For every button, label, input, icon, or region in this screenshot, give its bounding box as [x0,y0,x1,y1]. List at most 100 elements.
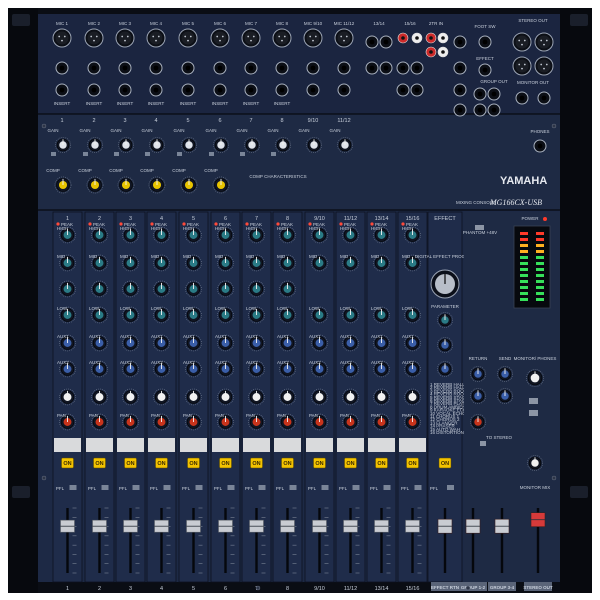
monitor-out-r[interactable] [537,91,551,105]
group-out-3[interactable] [473,103,487,117]
pfl-button-8[interactable] [289,485,297,490]
effect-send-jack[interactable] [478,63,492,77]
send-jack-2[interactable] [453,61,467,75]
scribble-strip[interactable] [274,438,301,452]
scribble-strip[interactable] [180,438,207,452]
monitor-select-switch-2[interactable] [529,410,538,416]
pfl-button-3[interactable] [132,485,140,490]
hpf-switch-1[interactable] [51,152,56,156]
hpf-switch-4[interactable] [145,152,150,156]
rca-15-left[interactable] [397,32,409,44]
return-jack-1[interactable] [453,83,467,97]
pfl-button-4[interactable] [163,485,171,490]
line-input-2[interactable] [87,61,101,75]
xlr-input-5[interactable] [178,28,198,48]
stereo-jack-15r-c[interactable] [410,83,424,97]
stereo-jack-15-b[interactable] [396,61,410,75]
xlr-input-8[interactable] [272,28,292,48]
scribble-strip[interactable] [117,438,144,452]
pfl-button-1[interactable] [69,485,77,490]
scribble-strip[interactable] [337,438,364,452]
pfl-button-5[interactable] [195,485,203,490]
xlr-input-7[interactable] [241,28,261,48]
insert-jack-4[interactable] [149,83,163,97]
line-input-5[interactable] [181,61,195,75]
monitor-select-switch-1[interactable] [529,398,538,404]
xlr-input-1[interactable] [52,28,72,48]
stereo-jack-15r-b[interactable] [410,61,424,75]
effect-program-selector[interactable] [430,269,460,299]
scribble-strip[interactable] [306,438,333,452]
insert-jack-3[interactable] [118,83,132,97]
hpf-switch-8[interactable] [271,152,276,156]
hpf-switch-5[interactable] [177,152,182,156]
insert-jack-1[interactable] [55,83,69,97]
hpf-switch-7[interactable] [240,152,245,156]
line-input-7[interactable] [244,61,258,75]
scribble-strip[interactable] [86,438,113,452]
scribble-strip[interactable] [243,438,270,452]
scribble-strip[interactable] [368,438,395,452]
pfl-button-10[interactable] [352,485,360,490]
rca-2tr-in-l[interactable] [425,32,437,44]
line-input-3[interactable] [118,61,132,75]
group-out-4[interactable] [487,103,501,117]
stereo-jack-13r[interactable] [379,35,393,49]
rca-15-right[interactable] [411,32,423,44]
line-input-left-10[interactable] [337,61,351,75]
hpf-switch-3[interactable] [114,152,119,156]
insert-jack-8[interactable] [275,83,289,97]
group-out-1[interactable] [473,87,487,101]
insert-jack-7[interactable] [244,83,258,97]
pfl-button-12[interactable] [414,485,422,490]
stereo-jack-13r-b[interactable] [379,61,393,75]
xlr-input-10[interactable] [334,28,354,48]
pfl-button-11[interactable] [383,485,391,490]
scribble-strip[interactable] [148,438,175,452]
scribble-strip[interactable] [399,438,426,452]
stereo-out-xlr-l2[interactable] [512,56,532,76]
xlr-pin [93,39,95,42]
line-input-left-9[interactable] [306,61,320,75]
insert-jack-2[interactable] [87,83,101,97]
to-stereo-switch[interactable] [480,441,486,446]
line-input-right-10[interactable] [337,83,351,97]
xlr-input-6[interactable] [210,28,230,48]
stereo-out-xlr-r2[interactable] [534,56,554,76]
insert-jack-5[interactable] [181,83,195,97]
line-input-8[interactable] [275,61,289,75]
insert-jack-6[interactable] [213,83,227,97]
rca-2tr-in-r[interactable] [437,32,449,44]
foot-switch-jack[interactable] [478,35,492,49]
pfl-button-9[interactable] [321,485,329,490]
rca-2tr-out-l[interactable] [425,46,437,58]
stereo-out-xlr-r[interactable] [534,32,554,52]
effect-pfl-button[interactable] [447,485,454,490]
scribble-strip[interactable] [212,438,239,452]
phones-jack[interactable] [533,139,547,153]
scribble-strip[interactable] [54,438,81,452]
group-out-2[interactable] [487,87,501,101]
xlr-input-3[interactable] [115,28,135,48]
return-jack-2[interactable] [453,103,467,117]
hpf-switch-6[interactable] [209,152,214,156]
pfl-button-7[interactable] [258,485,266,490]
monitor-out-l[interactable] [515,91,529,105]
line-input-4[interactable] [149,61,163,75]
phantom-switch[interactable] [475,225,484,230]
stereo-out-xlr-l[interactable] [512,32,532,52]
rca-2tr-out-r[interactable] [437,46,449,58]
send-jack-1[interactable] [453,35,467,49]
line-input-1[interactable] [55,61,69,75]
stereo-jack-15-c[interactable] [396,83,410,97]
stereo-jack-13l[interactable] [365,35,379,49]
xlr-input-9[interactable] [303,28,323,48]
stereo-jack-13-b[interactable] [365,61,379,75]
xlr-input-4[interactable] [146,28,166,48]
hpf-switch-2[interactable] [83,152,88,156]
pfl-button-6[interactable] [227,485,235,490]
pfl-button-2[interactable] [101,485,109,490]
xlr-input-2[interactable] [84,28,104,48]
line-input-6[interactable] [213,61,227,75]
line-input-right-9[interactable] [306,83,320,97]
